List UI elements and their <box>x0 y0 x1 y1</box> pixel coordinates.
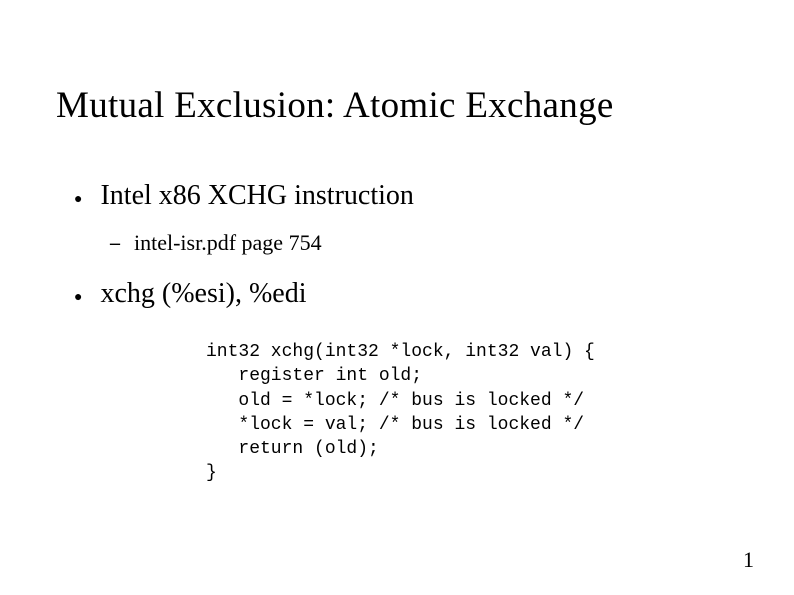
sub-bullet-item: – intel-isr.pdf page 754 <box>110 230 414 256</box>
bullet-item: ● xchg (%esi), %edi <box>74 278 414 310</box>
bullet-text: Intel x86 XCHG instruction <box>100 180 413 212</box>
code-block: int32 xchg(int32 *lock, int32 val) { reg… <box>206 340 595 486</box>
slide-title: Mutual Exclusion: Atomic Exchange <box>56 84 614 127</box>
bullet-text: xchg (%esi), %edi <box>100 278 306 310</box>
sub-bullet-text: intel-isr.pdf page 754 <box>134 230 322 256</box>
bullet-item: ● Intel x86 XCHG instruction <box>74 180 414 212</box>
dash-icon: – <box>110 232 120 255</box>
slide: Mutual Exclusion: Atomic Exchange ● Inte… <box>0 0 794 595</box>
page-number: 1 <box>743 547 754 573</box>
bullet-icon: ● <box>74 193 82 207</box>
bullet-icon: ● <box>74 291 82 305</box>
bullet-list: ● Intel x86 XCHG instruction – intel-isr… <box>74 180 414 328</box>
